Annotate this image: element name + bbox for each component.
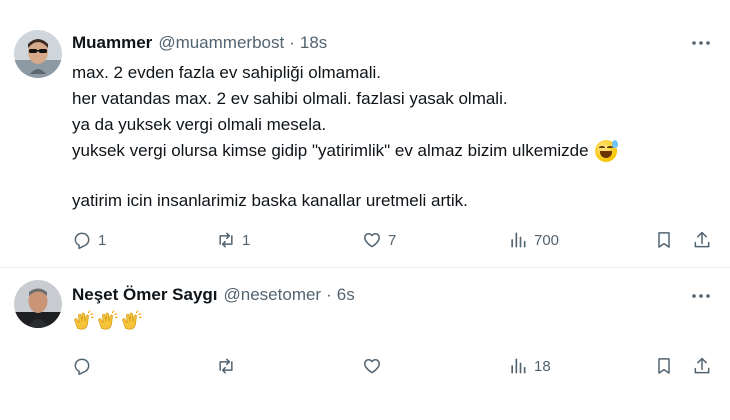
author-name[interactable]: Muammer bbox=[72, 32, 152, 54]
action-bar: 18 bbox=[72, 354, 720, 378]
views-button[interactable]: 18 bbox=[508, 354, 551, 378]
share-icon bbox=[694, 231, 710, 248]
views-count: 700 bbox=[534, 231, 560, 249]
views-chart-icon bbox=[511, 358, 526, 374]
reply-count: 1 bbox=[98, 231, 107, 249]
reply-button[interactable]: 1 bbox=[72, 228, 106, 252]
tweet-line-text: yuksek vergi olursa kimse gidip "yatirim… bbox=[72, 141, 589, 160]
like-button[interactable] bbox=[362, 354, 388, 378]
like-count: 7 bbox=[388, 231, 397, 249]
more-options-icon[interactable] bbox=[690, 32, 712, 54]
repost-button[interactable]: 1 bbox=[216, 228, 250, 252]
tweet-line: ya da yuksek vergi olmali mesela. bbox=[72, 115, 327, 134]
tweet-line: yatirim icin insanlarimiz baska kanallar… bbox=[72, 191, 468, 210]
views-chart-icon bbox=[511, 232, 526, 248]
share-button[interactable] bbox=[692, 228, 712, 252]
bookmark-icon bbox=[658, 232, 670, 248]
tweet-header: Muammer @muammerbost · 18s bbox=[72, 32, 327, 54]
separator-dot: · bbox=[289, 33, 295, 52]
tweet-emoji-content bbox=[72, 310, 142, 332]
clapping-hands-emoji-icon bbox=[122, 310, 142, 330]
share-button[interactable] bbox=[692, 354, 712, 378]
repost-icon bbox=[219, 358, 233, 374]
bookmark-button[interactable] bbox=[654, 354, 674, 378]
tweet[interactable]: Muammer @muammerbost · 18s max. 2 evden … bbox=[0, 0, 730, 268]
tweet-text: max. 2 evden fazla ev sahipliği olmamali… bbox=[72, 60, 618, 214]
avatar[interactable] bbox=[14, 30, 62, 78]
grinning-face-with-sweat-emoji-icon bbox=[594, 140, 618, 162]
tweet-line: max. 2 evden fazla ev sahipliği olmamali… bbox=[72, 63, 381, 82]
separator-dot: · bbox=[326, 285, 332, 304]
views-button[interactable]: 700 bbox=[508, 228, 559, 252]
tweet-header: Neşet Ömer Saygı @nesetomer · 6s bbox=[72, 284, 355, 306]
clapping-hands-emoji-icon bbox=[98, 310, 118, 330]
reply-icon bbox=[74, 232, 90, 250]
repost-button[interactable] bbox=[216, 354, 242, 378]
repost-icon bbox=[219, 232, 233, 248]
tweet-line: yuksek vergi olursa kimse gidip "yatirim… bbox=[72, 138, 618, 164]
more-options-icon[interactable] bbox=[690, 285, 712, 307]
author-name[interactable]: Neşet Ömer Saygı bbox=[72, 284, 218, 306]
action-bar: 1 1 7 700 bbox=[72, 228, 720, 252]
author-handle[interactable]: @nesetomer bbox=[224, 284, 322, 306]
share-icon bbox=[694, 357, 710, 374]
heart-icon bbox=[364, 359, 380, 374]
tweet[interactable]: Neşet Ömer Saygı @nesetomer · 6s 18 bbox=[0, 268, 730, 420]
tweet-line: her vatandas max. 2 ev sahibi olmali. fa… bbox=[72, 89, 508, 108]
timestamp[interactable]: 6s bbox=[337, 284, 355, 306]
avatar[interactable] bbox=[14, 280, 62, 328]
author-handle[interactable]: @muammerbost bbox=[158, 32, 284, 54]
reply-button[interactable] bbox=[72, 354, 98, 378]
like-button[interactable]: 7 bbox=[362, 228, 396, 252]
reply-icon bbox=[74, 358, 90, 376]
heart-icon bbox=[364, 233, 380, 248]
bookmark-button[interactable] bbox=[654, 228, 674, 252]
repost-count: 1 bbox=[242, 231, 251, 249]
timestamp[interactable]: 18s bbox=[300, 32, 327, 54]
bookmark-icon bbox=[658, 358, 670, 374]
clapping-hands-emoji-icon bbox=[74, 310, 94, 330]
views-count: 18 bbox=[534, 357, 551, 375]
